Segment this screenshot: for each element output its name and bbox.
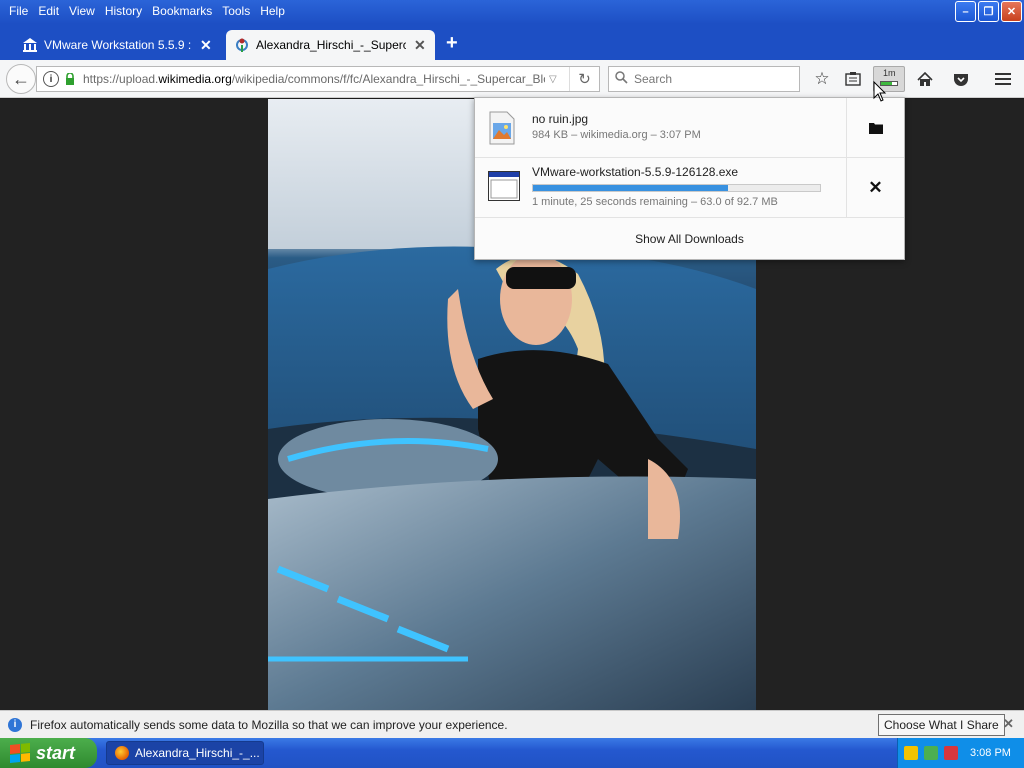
download-time-badge: 1m [883, 68, 896, 78]
window-controls: – ❐ ✕ [955, 1, 1022, 22]
start-button[interactable]: start [0, 738, 97, 768]
back-button[interactable]: ← [6, 64, 36, 94]
menu-edit[interactable]: Edit [33, 3, 64, 19]
search-bar[interactable]: Search [608, 66, 800, 92]
choose-what-i-share-button[interactable]: Choose What I Share [878, 714, 1005, 736]
image-file-icon [489, 111, 519, 145]
taskbar-item-firefox[interactable]: Alexandra_Hirschi_-_... [106, 741, 264, 765]
download-item[interactable]: VMware-workstation-5.5.9-126128.exe 1 mi… [475, 158, 904, 218]
menu-help[interactable]: Help [255, 3, 290, 19]
download-status: 1 minute, 25 seconds remaining – 63.0 of… [532, 196, 778, 208]
title-bar: File Edit View History Bookmarks Tools H… [0, 0, 1024, 24]
cancel-download-button[interactable]: ✕ [846, 158, 904, 217]
taskbar-item-label: Alexandra_Hirschi_-_... [135, 746, 260, 760]
museum-icon [22, 37, 38, 53]
minimize-button[interactable]: – [955, 1, 976, 22]
network-icon[interactable] [924, 746, 938, 760]
executable-file-icon [488, 171, 520, 205]
folder-icon [868, 122, 883, 134]
security-alert-icon[interactable] [944, 746, 958, 760]
download-progress-bar [532, 184, 821, 192]
menu-history[interactable]: History [100, 3, 147, 19]
download-filename: VMware-workstation-5.5.9-126128.exe [532, 165, 739, 179]
cancel-icon: ✕ [868, 177, 883, 197]
close-tab-icon[interactable]: ✕ [200, 37, 212, 54]
clock: 3:08 PM [970, 747, 1011, 759]
menu-tools[interactable]: Tools [217, 3, 255, 19]
url-text[interactable]: https://upload.wikimedia.org/wikipedia/c… [83, 72, 545, 86]
downloads-panel: no ruin.jpg 984 KB – wikimedia.org – 3:0… [474, 97, 905, 260]
tab-vmware[interactable]: VMware Workstation 5.5.9 : V... ✕ [14, 30, 224, 60]
download-item[interactable]: no ruin.jpg 984 KB – wikimedia.org – 3:0… [475, 98, 904, 158]
tab-alexandra[interactable]: Alexandra_Hirschi_-_Supercar... ✕ [226, 30, 435, 60]
info-icon[interactable]: i [43, 71, 59, 87]
tab-title: Alexandra_Hirschi_-_Supercar... [256, 38, 406, 52]
show-all-downloads-label: Show All Downloads [635, 231, 744, 246]
hamburger-menu-icon[interactable] [989, 66, 1017, 92]
close-window-button[interactable]: ✕ [1001, 1, 1022, 22]
new-tab-button[interactable]: + [446, 32, 458, 55]
search-icon [615, 71, 628, 87]
download-status: 984 KB – wikimedia.org – 3:07 PM [532, 129, 701, 141]
windows-logo-icon [10, 742, 30, 764]
download-filename: no ruin.jpg [532, 112, 589, 126]
mouse-cursor-icon [873, 81, 887, 102]
notification-bar: i Firefox automatically sends some data … [0, 710, 1024, 738]
firefox-icon [115, 746, 129, 760]
menu-view[interactable]: View [64, 3, 100, 19]
reading-list-icon[interactable] [839, 66, 867, 92]
tab-strip: VMware Workstation 5.5.9 : V... ✕ Alexan… [0, 24, 1024, 60]
tab-title: VMware Workstation 5.5.9 : V... [44, 38, 192, 52]
close-tab-icon[interactable]: ✕ [414, 37, 426, 54]
menu-bookmarks[interactable]: Bookmarks [147, 3, 217, 19]
lock-icon [65, 72, 75, 85]
start-label: start [36, 742, 76, 763]
open-folder-button[interactable] [846, 98, 904, 157]
notification-message: Firefox automatically sends some data to… [30, 717, 508, 732]
pocket-icon[interactable] [947, 66, 975, 92]
url-bar[interactable]: i https://upload.wikimedia.org/wikipedia… [36, 66, 600, 92]
taskbar: start Alexandra_Hirschi_-_... 3:08 PM [0, 738, 1024, 768]
reload-icon[interactable]: ↻ [569, 67, 599, 91]
home-icon[interactable] [911, 66, 939, 92]
menu-file[interactable]: File [4, 3, 33, 19]
show-all-downloads-button[interactable]: Show All Downloads [475, 218, 904, 259]
shield-icon[interactable] [904, 746, 918, 760]
search-placeholder: Search [634, 72, 673, 86]
bookmark-star-icon[interactable]: ☆ [808, 66, 836, 92]
dropdown-arrow-icon[interactable]: ▽ [549, 74, 557, 85]
restore-button[interactable]: ❐ [978, 1, 999, 22]
close-notification-icon[interactable]: ✕ [1003, 716, 1014, 732]
wikimedia-icon [234, 37, 250, 53]
navigation-bar: ← i https://upload.wikimedia.org/wikiped… [0, 60, 1024, 98]
info-icon: i [8, 717, 22, 732]
arrow-left-icon: ← [12, 68, 30, 89]
menu-bar: File Edit View History Bookmarks Tools H… [4, 3, 290, 19]
system-tray: 3:08 PM [897, 738, 1024, 768]
